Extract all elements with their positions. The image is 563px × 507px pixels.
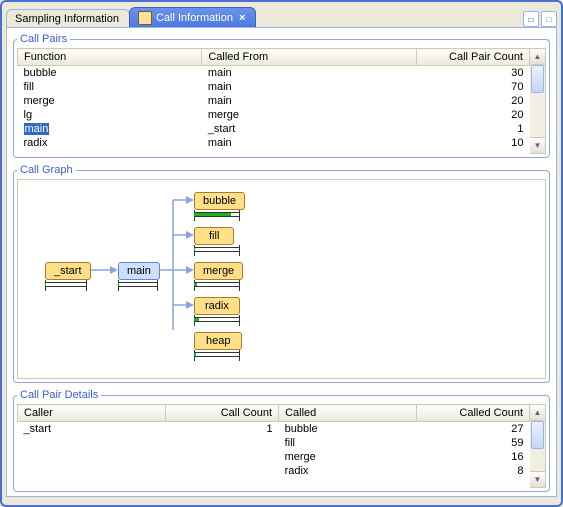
node-heap[interactable]: heap — [194, 332, 242, 350]
call-graph-title: Call Graph — [17, 164, 76, 176]
call-pairs-table[interactable]: Function Called From Call Pair Count bub… — [17, 48, 530, 154]
table-row[interactable]: lgmerge20 — [18, 108, 530, 122]
bar-heap — [194, 352, 240, 360]
bar-main — [118, 282, 158, 290]
scroll-thumb[interactable] — [531, 421, 544, 449]
scroll-up-icon[interactable]: ▲ — [530, 405, 545, 421]
details-scrollbar[interactable]: ▲ ▼ — [530, 404, 546, 488]
call-graph-group: Call Graph _start main bubble fill merge — [13, 164, 550, 383]
table-row[interactable]: main_start1 — [18, 122, 530, 136]
minimize-view-button[interactable]: ▭ — [523, 11, 539, 27]
tab-bar: Sampling Information Call Information × … — [6, 5, 557, 27]
call-pair-details-title: Call Pair Details — [17, 389, 101, 401]
table-row[interactable]: bubblemain30 — [18, 66, 530, 81]
call-pair-details-table[interactable]: Caller Call Count Called Called Count _s… — [17, 404, 530, 488]
tab-sampling-information[interactable]: Sampling Information — [6, 9, 130, 27]
bar-start — [45, 282, 87, 290]
col-caller[interactable]: Caller — [18, 405, 166, 422]
node-main[interactable]: main — [118, 262, 160, 280]
table-row[interactable]: fillmain70 — [18, 80, 530, 94]
bar-bubble — [194, 212, 240, 220]
call-info-icon — [138, 11, 152, 25]
call-pair-details-group: Call Pair Details Caller Call Count Call… — [13, 389, 550, 492]
table-row[interactable]: merge16 — [18, 450, 530, 464]
node-bubble[interactable]: bubble — [194, 192, 245, 210]
col-function[interactable]: Function — [18, 49, 202, 66]
table-row[interactable]: mergemain20 — [18, 94, 530, 108]
call-pairs-scrollbar[interactable]: ▲ ▼ — [530, 48, 546, 154]
table-row[interactable]: radixmain10 — [18, 136, 530, 150]
scroll-down-icon[interactable]: ▼ — [530, 137, 545, 153]
col-call-pair-count[interactable]: Call Pair Count — [417, 49, 530, 66]
close-tab-icon[interactable]: × — [237, 12, 247, 24]
tab-label: Call Information — [156, 12, 233, 24]
call-pairs-group: Call Pairs Function Called From Call Pai… — [13, 33, 550, 158]
graph-edges — [18, 180, 318, 330]
scroll-up-icon[interactable]: ▲ — [530, 49, 545, 65]
node-fill[interactable]: fill — [194, 227, 234, 245]
scroll-thumb[interactable] — [531, 65, 544, 93]
bar-fill — [194, 247, 240, 255]
node-radix[interactable]: radix — [194, 297, 240, 315]
table-row[interactable]: _start1bubble27 — [18, 422, 530, 437]
tab-controls: ▭ □ — [523, 11, 557, 27]
col-called-count[interactable]: Called Count — [417, 405, 530, 422]
maximize-view-button[interactable]: □ — [541, 11, 557, 27]
table-row[interactable]: fill59 — [18, 436, 530, 450]
scroll-down-icon[interactable]: ▼ — [530, 471, 545, 487]
col-called-from[interactable]: Called From — [202, 49, 417, 66]
tab-call-information[interactable]: Call Information × — [129, 7, 256, 27]
panel-area: Call Pairs Function Called From Call Pai… — [6, 27, 557, 497]
col-call-count[interactable]: Call Count — [166, 405, 279, 422]
call-pairs-title: Call Pairs — [17, 33, 70, 45]
bar-radix — [194, 317, 240, 325]
bar-merge — [194, 282, 240, 290]
col-called[interactable]: Called — [279, 405, 417, 422]
call-graph-canvas[interactable]: _start main bubble fill merge radix heap — [17, 179, 546, 379]
node-start[interactable]: _start — [45, 262, 91, 280]
table-row[interactable]: radix8 — [18, 464, 530, 478]
node-merge[interactable]: merge — [194, 262, 243, 280]
